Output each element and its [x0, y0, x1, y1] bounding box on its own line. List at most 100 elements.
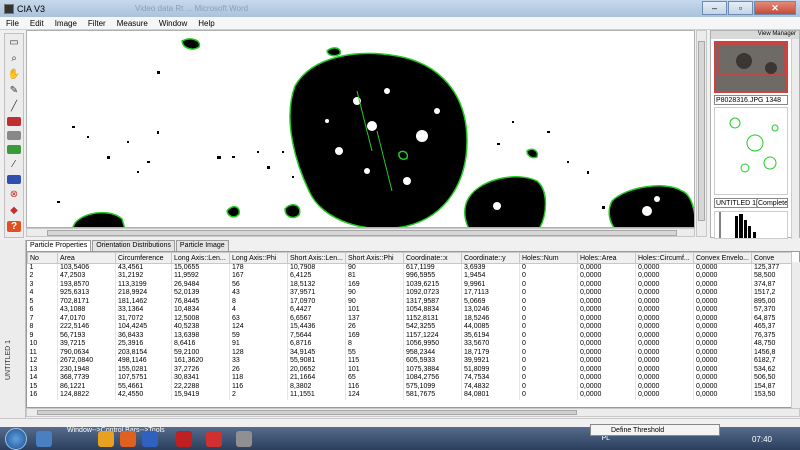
start-button[interactable]	[5, 428, 27, 450]
canvas-horizontal-scrollbar[interactable]	[26, 228, 695, 237]
column-header[interactable]: Coordinate::y	[461, 252, 520, 264]
image-canvas[interactable]	[26, 30, 695, 228]
table-row[interactable]: 14 368,7739 107,5751 30,8341 118 21,1664 65 108…	[27, 374, 792, 383]
table-row[interactable]: 4 925,6313 218,9924 52,0139 43 37,9571 90 1092,…	[27, 289, 792, 298]
table-cell: 43	[229, 289, 288, 298]
column-header[interactable]: Long Axis::Len...	[171, 252, 230, 264]
brush-icon[interactable]: ╱	[7, 101, 21, 112]
table-row[interactable]: 5 702,8171 181,1462 76,8445 8 17,0970 90 1317,9…	[27, 297, 792, 306]
table-cell: 15	[27, 382, 58, 391]
table-row[interactable]: 10 39,7215 25,3916 8,6416 91 6,8716 8 1056,9950…	[27, 340, 792, 349]
table-row[interactable]: 1 103,5406 43,4561 15,0655 178 10,7908 90 617,1…	[27, 263, 792, 272]
table-row[interactable]: 7 47,0170 31,7072 12,5008 63 6,6567 137 1152,81…	[27, 314, 792, 323]
menu-edit[interactable]: Edit	[24, 19, 49, 28]
tab-particle-image[interactable]: Particle Image	[175, 240, 229, 251]
language-indicator[interactable]: PL	[601, 435, 610, 442]
table-cell: 76,8445	[171, 297, 230, 306]
acrobat-2-icon[interactable]	[206, 431, 222, 447]
menu-window[interactable]: Window	[153, 19, 192, 28]
table-cell: 118	[229, 374, 288, 383]
table-cell: 18,5246	[461, 314, 520, 323]
thumbnail-caption-2[interactable]: UNTITLED 1[Complete]	[714, 198, 788, 208]
rectangle-select-icon[interactable]: ▭	[7, 37, 21, 48]
layers-icon[interactable]	[7, 117, 21, 126]
cia-icon[interactable]	[236, 431, 252, 447]
column-header[interactable]: Holes::Num	[519, 252, 578, 264]
table-cell: 0,0000	[577, 391, 636, 400]
column-header[interactable]: Long Axis::Phi	[229, 252, 288, 264]
firefox-icon[interactable]	[120, 431, 136, 447]
source-image-thumbnail[interactable]	[714, 41, 788, 93]
menu-help[interactable]: Help	[192, 19, 219, 28]
table-cell: 39,7215	[57, 340, 116, 349]
table-row[interactable]: 3 193,8570 113,3199 26,9484 56 18,5132 169 1039…	[27, 280, 792, 289]
table-cell: 5,0669	[461, 297, 520, 306]
eyedropper-icon[interactable]: ⁄	[7, 159, 21, 170]
view-manager-scrollbar[interactable]	[791, 39, 799, 239]
clock[interactable]: 07:40	[752, 435, 772, 444]
table-row[interactable]: 11 790,0634 203,8154 59,2100 128 34,9145 55 958…	[27, 348, 792, 357]
close-button[interactable]: ✕	[754, 1, 796, 15]
column-header[interactable]: Holes::Circumf...	[635, 252, 694, 264]
image-icon[interactable]	[7, 131, 21, 140]
define-threshold-popup[interactable]: Define Threshold	[590, 424, 720, 436]
cancel-icon[interactable]: ⊗	[7, 189, 21, 200]
green-tool-icon[interactable]	[7, 145, 21, 154]
pencil-icon[interactable]: ✎	[7, 85, 21, 96]
table-row[interactable]: 9 56,7193 36,8433 13,6398 59 7,5644 169 1157,12…	[27, 331, 792, 340]
thumbnail-caption-1[interactable]: P8028316.JPG 1348	[714, 95, 788, 105]
table-cell: 0,0000	[693, 357, 752, 366]
table-cell: 33,5670	[461, 340, 520, 349]
menu-image[interactable]: Image	[49, 19, 82, 28]
table-cell: 12	[27, 357, 58, 366]
menu-measure[interactable]: Measure	[111, 19, 153, 28]
column-header[interactable]: Short Axis::Len...	[287, 252, 346, 264]
column-header[interactable]: No	[27, 252, 58, 264]
table-cell: 1152,8131	[403, 314, 462, 323]
tab-orientation-distributions[interactable]: Orientation Distributions	[92, 240, 175, 251]
table-horizontal-scrollbar[interactable]	[26, 408, 800, 417]
table-row[interactable]: 6 43,1088 33,1364 10,4834 4 6,4427 101 1054,883…	[27, 306, 792, 315]
help-icon[interactable]: ?	[7, 221, 21, 232]
table-cell: 6,4427	[287, 306, 346, 315]
table-row[interactable]: 2 47,2503 31,2192 11,9592 167 6,4125 81 996,595…	[27, 272, 792, 281]
table-row[interactable]: 16 124,8822 42,4550 15,9419 2 11,1551 124 581,7…	[27, 391, 792, 400]
table-row[interactable]: 8 222,5146 104,4245 40,5238 124 15,4436 26 542,…	[27, 323, 792, 332]
table-cell: 137	[345, 314, 404, 323]
tab-particle-properties[interactable]: Particle Properties	[26, 240, 92, 251]
word-icon[interactable]	[142, 431, 158, 447]
fill-icon[interactable]: ◆	[7, 205, 21, 216]
table-cell: 0,0000	[635, 365, 694, 374]
acrobat-icon[interactable]	[176, 431, 192, 447]
table-row[interactable]: 13 230,1948 155,0281 37,2726 26 20,0652 101 107…	[27, 365, 792, 374]
ie-icon[interactable]	[36, 431, 52, 447]
table-cell: 0,0000	[693, 365, 752, 374]
column-header[interactable]: Circumference	[115, 252, 172, 264]
canvas-vertical-scrollbar[interactable]	[696, 30, 707, 237]
menu-filter[interactable]: Filter	[82, 19, 111, 28]
table-cell: 40,5238	[171, 323, 230, 332]
hand-icon[interactable]: ✋	[7, 69, 21, 80]
table-row[interactable]: 15 86,1221 55,4661 22,2288 116 8,3802 116 575,1…	[27, 382, 792, 391]
column-header[interactable]: Area	[57, 252, 116, 264]
maximize-button[interactable]: ▫	[728, 1, 753, 15]
table-row[interactable]: 12 2672,0840 498,1146 161,3620 33 55,9081 115 6…	[27, 357, 792, 366]
table-cell: 55,9081	[287, 357, 346, 366]
table-cell: 8	[229, 297, 288, 306]
explorer-icon[interactable]	[98, 431, 114, 447]
column-header[interactable]: Holes::Area	[577, 252, 636, 264]
zoom-icon[interactable]: ⌕	[7, 53, 21, 64]
table-cell: 9,9961	[461, 280, 520, 289]
blue-tool-icon[interactable]	[7, 175, 21, 184]
menu-file[interactable]: File	[0, 19, 24, 28]
particle-outline-thumbnail[interactable]	[714, 107, 788, 195]
column-header[interactable]: Conve	[751, 252, 792, 264]
column-header[interactable]: Short Axis::Phi	[345, 252, 404, 264]
column-header[interactable]: Convex Envelo...	[693, 252, 752, 264]
table-cell: 0,0000	[693, 340, 752, 349]
table-vertical-scrollbar[interactable]	[791, 262, 800, 408]
table-cell: 0,0000	[635, 357, 694, 366]
column-header[interactable]: Coordinate::x	[403, 252, 462, 264]
minimize-button[interactable]: –	[702, 1, 727, 15]
histogram-thumbnail[interactable]	[714, 211, 788, 239]
